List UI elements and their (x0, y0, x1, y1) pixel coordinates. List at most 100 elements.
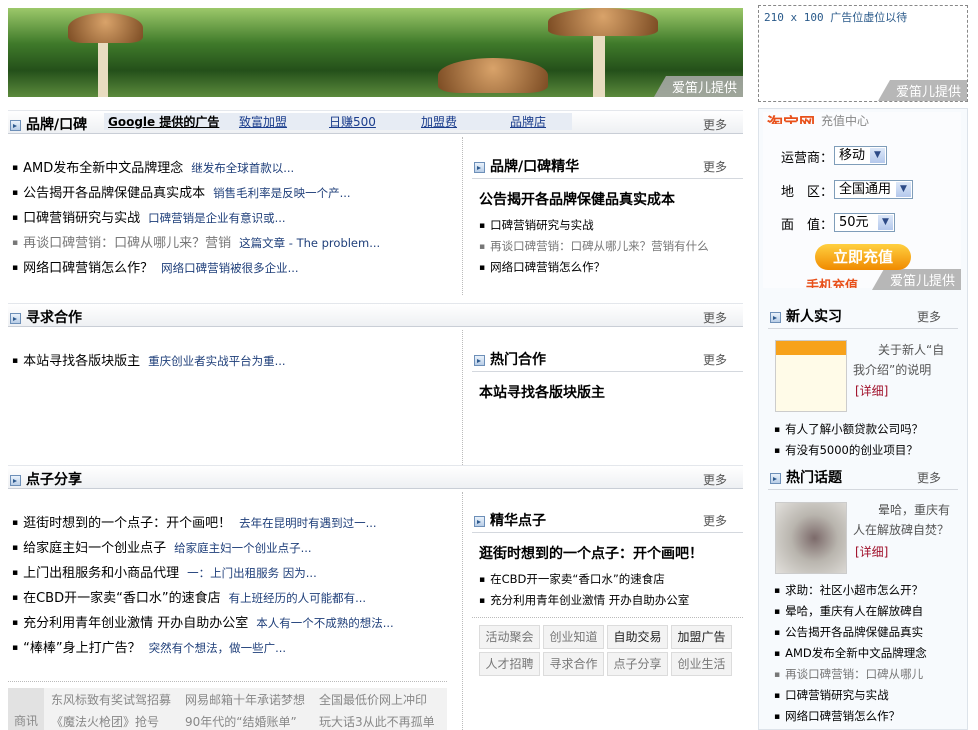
ad-link[interactable]: 致富加盟 (239, 113, 287, 130)
recharge-button[interactable]: 立即充值 (815, 244, 911, 270)
arrow-icon (474, 515, 485, 527)
featured-header: 精华点子 (474, 510, 546, 530)
news-link[interactable]: 90年代的“结婚账单” (185, 713, 297, 730)
section-header-coop: 寻求合作 更多 (8, 303, 743, 327)
business-news-label: 商讯 (8, 688, 44, 730)
list-item[interactable]: 逛街时想到的一个点子：开个画吧！去年在昆明时有遇到过一... (12, 512, 376, 531)
mushroom (68, 13, 143, 43)
google-ads-label[interactable]: Google 提供的广告 (108, 113, 219, 130)
logo-subtitle: 充值中心 (821, 114, 870, 128)
ad-placeholder[interactable]: 210 x 100 广告位虚位以待 爱笛儿提供 (758, 5, 968, 102)
chevron-down-icon: ▼ (896, 182, 911, 197)
intern-thumbnail[interactable] (775, 340, 847, 412)
list-item[interactable]: 公告揭开各品牌保健品真实成本销售毛利率是反映一个产... (12, 182, 350, 201)
list-item[interactable]: 有人了解小额贷款公司吗？ (774, 421, 923, 437)
list-item[interactable]: 在CBD开一家卖“香口水”的速食店 (479, 571, 665, 587)
list-item[interactable]: 网络口碑营销怎么作？ (774, 708, 900, 724)
intern-header: 新人实习 (770, 306, 842, 326)
more-link[interactable]: 更多 (917, 308, 941, 325)
news-link[interactable]: 全国最低价网上冲印 (319, 691, 427, 708)
arrow-icon (10, 474, 21, 486)
news-link[interactable]: 《魔法火枪团》抢号 (51, 713, 159, 730)
list-item[interactable]: 再谈口碑营销：口碑从哪儿 (774, 666, 923, 682)
arrow-icon (10, 312, 21, 324)
list-item[interactable]: 在CBD开一家卖“香口水”的速食店有上班经历的人可能都有... (12, 587, 366, 606)
hot-feature[interactable]: 晕哈，重庆有人在解放碑自焚？ (853, 500, 953, 540)
more-link[interactable]: 更多 (703, 351, 727, 368)
detail-link[interactable]: [详细] (855, 543, 888, 560)
list-item[interactable]: 再谈口碑营销：口碑从哪儿来？营销有什么 (479, 238, 709, 254)
divider (768, 328, 958, 329)
list-item[interactable]: AMD发布全新中文品牌理念 (774, 645, 927, 661)
news-link[interactable]: 玩大话3从此不再孤单 (319, 713, 435, 730)
section-header-ideas: 点子分享 更多 (8, 465, 743, 489)
list-item[interactable]: 网络口碑营销怎么作？ (479, 259, 605, 275)
featured-headline[interactable]: 本站寻找各版块版主 (479, 382, 605, 402)
recharge-footer: 手机充值 (806, 279, 859, 288)
list-item[interactable]: 再谈口碑营销：口碑从哪儿来？营销这篇文章 - The problem... (12, 232, 380, 251)
more-link[interactable]: 更多 (917, 469, 941, 486)
banner-image[interactable]: 爱笛儿提供 (8, 8, 743, 97)
arrow-icon (770, 472, 781, 484)
list-item[interactable]: 充分利用青年创业激情 开办自助办公室 (479, 592, 689, 608)
tag-link[interactable]: 创业知道 (543, 625, 604, 649)
featured-headline[interactable]: 公告揭开各品牌保健品真实成本 (479, 189, 675, 209)
featured-headline[interactable]: 逛街时想到的一个点子：开个画吧！ (479, 543, 703, 563)
ad-link[interactable]: 加盟费 (421, 113, 457, 130)
more-link[interactable]: 更多 (703, 512, 727, 529)
hot-header: 热门话题 (770, 467, 842, 487)
more-link[interactable]: 更多 (703, 471, 727, 488)
divider (8, 681, 447, 682)
list-item[interactable]: 本站寻找各版块版主重庆创业者实战平台为重... (12, 350, 285, 369)
detail-link[interactable]: [详细] (855, 382, 888, 399)
news-link[interactable]: 网易邮箱十年承诺梦想 (185, 691, 305, 708)
list-item[interactable]: 上门出租服务和小商品代理一：上门出租服务 因为... (12, 562, 317, 581)
divider (768, 489, 958, 490)
featured-header: 热门合作 (474, 349, 546, 369)
section-title: 品牌/口碑 (26, 117, 88, 133)
tag-link[interactable]: 活动聚会 (479, 625, 540, 649)
amount-select[interactable]: 50元 ▼ (834, 213, 895, 232)
list-item[interactable]: 晕哈，重庆有人在解放碑自 (774, 603, 923, 619)
credit-label: 爱笛儿提供 (877, 80, 967, 101)
list-item[interactable]: 口碑营销研究与实战 (774, 687, 889, 703)
arrow-icon (10, 119, 21, 131)
business-news: 商讯 东风标致有奖试驾招募 网易邮箱十年承诺梦想 全国最低价网上冲印 《魔法火枪… (8, 688, 447, 730)
tag-link[interactable]: 自助交易 (607, 625, 668, 649)
more-link[interactable]: 更多 (703, 158, 727, 175)
arrow-icon (474, 161, 485, 173)
list-item[interactable]: AMD发布全新中文品牌理念继发布全球首款以... (12, 157, 294, 176)
taobao-logo: 淘宝网 (767, 114, 816, 124)
news-link[interactable]: 东风标致有奖试驾招募 (51, 691, 171, 708)
list-item[interactable]: 口碑营销研究与实战 (479, 217, 594, 233)
hot-thumbnail[interactable] (775, 502, 847, 574)
tag-link[interactable]: 加盟广告 (671, 625, 732, 649)
list-item[interactable]: 网络口碑营销怎么作？网络口碑营销被很多企业... (12, 257, 298, 276)
chevron-down-icon: ▼ (870, 148, 885, 163)
more-link[interactable]: 更多 (703, 309, 727, 326)
region-label: 地 区： (781, 185, 834, 200)
credit-label: 爱笛儿提供 (653, 76, 743, 97)
ad-link[interactable]: 品牌店 (510, 113, 546, 130)
more-link[interactable]: 更多 (703, 116, 727, 133)
ad-link[interactable]: 日赚500 (329, 113, 376, 130)
carrier-select[interactable]: 移动 ▼ (834, 146, 887, 165)
tag-link[interactable]: 创业生活 (671, 652, 732, 676)
list-item[interactable]: 有没有5000的创业项目？ (774, 442, 918, 458)
list-item[interactable]: 公告揭开各品牌保健品真实 (774, 624, 923, 640)
divider (472, 617, 743, 618)
chevron-down-icon: ▼ (878, 215, 893, 230)
list-item[interactable]: 口碑营销研究与实战口碑营销是企业有意识或... (12, 207, 285, 226)
intern-feature[interactable]: 关于新人“自我介绍”的说明 (853, 340, 953, 380)
list-item[interactable]: 求助：社区小超市怎么开？ (774, 582, 923, 598)
list-item[interactable]: 给家庭主妇一个创业点子给家庭主妇一个创业点子... (12, 537, 311, 556)
tag-link[interactable]: 人才招聘 (479, 652, 540, 676)
list-item[interactable]: “棒棒”身上打广告？突然有个想法，做一些广... (12, 637, 286, 656)
tag-link[interactable]: 点子分享 (607, 652, 668, 676)
divider (462, 137, 463, 295)
arrow-icon (474, 354, 485, 366)
arrow-icon (770, 311, 781, 323)
region-select[interactable]: 全国通用 ▼ (834, 180, 913, 199)
list-item[interactable]: 充分利用青年创业激情 开办自助办公室本人有一个不成熟的想法... (12, 612, 394, 631)
tag-link[interactable]: 寻求合作 (543, 652, 604, 676)
